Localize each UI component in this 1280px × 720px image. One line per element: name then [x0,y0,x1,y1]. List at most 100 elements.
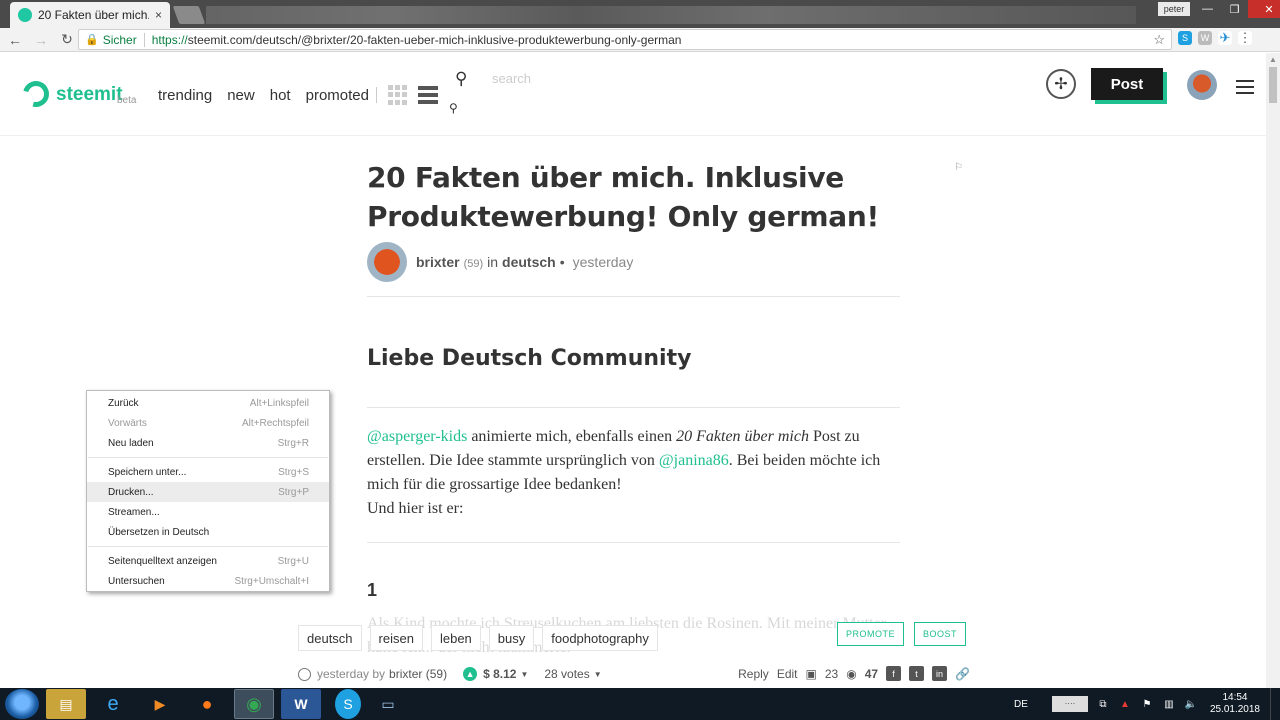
context-menu-inspect[interactable]: Untersuchen Strg+Umschalt+I [87,571,329,591]
nav-promoted[interactable]: promoted [306,87,369,104]
address-bar[interactable]: 🔒 Sicher https://steemit.com/deutsch/@br… [78,29,1172,50]
list-view-icon[interactable] [418,86,438,104]
system-tray: DE ···· ⧉ ▲ ⚑ ▥ 🔈 14:54 25.01.2018 [1014,688,1280,720]
nav-hot[interactable]: hot [270,87,291,104]
scroll-up-icon[interactable]: ▲ [1269,55,1277,64]
user-avatar[interactable] [1187,70,1217,100]
scroll-thumb[interactable] [1269,67,1277,103]
grid-view-icon[interactable] [388,85,408,105]
mention-link[interactable]: @janina86 [659,452,729,469]
post-button[interactable]: Post [1091,68,1163,100]
tag-item[interactable]: foodphotography [542,625,658,651]
wordpress-extension-icon[interactable]: W [1198,31,1212,45]
tag-item[interactable]: leben [430,625,481,651]
system-clock[interactable]: 14:54 25.01.2018 [1210,692,1260,716]
tab-close-icon[interactable]: × [155,8,162,22]
promote-button[interactable]: PROMOTE [837,622,905,646]
browser-tab-active[interactable]: 20 Fakten über mich. Inklusive × [10,2,170,28]
menu-dots-icon[interactable]: ⋮ [1238,30,1252,45]
post-footer: yesterday by brixter (59) ▲ $ 8.12 ▼ 28 … [298,663,970,685]
edit-link[interactable]: Edit [777,667,798,681]
votes-count[interactable]: 28 votes [544,667,589,681]
bookmark-star-icon[interactable]: ☆ [1153,32,1165,48]
context-menu-cast[interactable]: Streamen... [87,502,329,522]
chevron-down-icon[interactable]: ▼ [520,670,528,679]
wallet-wheel-icon[interactable]: ✢ [1046,69,1076,99]
tray-overflow[interactable]: ···· [1051,696,1088,712]
menu-shortcut: Alt+Rechtspfeil [242,417,309,429]
nav-new[interactable]: new [227,87,255,104]
reply-link[interactable]: Reply [738,667,769,681]
skype-icon[interactable]: S [335,689,361,719]
tray-app-icon[interactable]: ⧉ [1096,697,1110,711]
footer-author[interactable]: brixter (59) [389,667,447,681]
minimize-icon[interactable]: — [1194,0,1221,18]
logo-text[interactable]: steemit [56,84,123,106]
tag-item[interactable]: busy [488,625,535,651]
context-menu-save-as[interactable]: Speichern unter... Strg+S [87,462,329,482]
menu-label: Streamen... [108,506,160,518]
reload-icon[interactable]: ↻ [56,31,78,48]
network-icon[interactable]: ▥ [1162,697,1176,711]
page-scrollbar[interactable]: ▲ [1266,53,1280,688]
tag-item[interactable]: deutsch [298,625,362,651]
word-icon[interactable]: W [281,689,321,719]
language-indicator[interactable]: DE [1014,699,1028,710]
pin-extension-icon[interactable]: ✈ [1218,30,1232,45]
context-menu-back[interactable]: Zurück Alt+Linkspfeil [87,393,329,413]
action-center-flag-icon[interactable]: ⚑ [1140,697,1154,711]
search-icon[interactable]: ⚲ [455,69,467,89]
search-input[interactable]: search [492,71,531,86]
maximize-icon[interactable]: ❐ [1221,0,1248,18]
browser-tabstrip: 20 Fakten über mich. Inklusive × peter —… [0,0,1280,28]
flag-icon[interactable]: ⚐ [954,162,963,173]
browser-toolbar: ← → ↻ 🔒 Sicher https://steemit.com/deuts… [0,28,1280,52]
context-menu-forward[interactable]: Vorwärts Alt+Rechtspfeil [87,413,329,433]
author-avatar[interactable] [367,242,407,282]
context-menu-reload[interactable]: Neu laden Strg+R [87,433,329,453]
menu-shortcut: Strg+R [277,437,309,449]
category-link[interactable]: deutsch [502,254,556,270]
skype-extension-icon[interactable]: S [1178,31,1192,45]
explorer-icon[interactable]: ▤ [46,689,86,719]
url-text[interactable]: https://steemit.com/deutsch/@brixter/20-… [152,33,682,47]
tag-item[interactable]: reisen [369,625,423,651]
internet-explorer-icon[interactable]: e [93,689,133,719]
boost-button[interactable]: BOOST [914,622,967,646]
linkedin-icon[interactable]: in [932,666,948,681]
remote-desktop-icon[interactable]: ▭ [368,689,408,719]
close-window-icon[interactable]: ✕ [1248,0,1280,18]
forward-icon[interactable]: → [30,32,52,48]
extension-icons: S W ✈ ⋮ [1178,30,1252,45]
context-menu: Zurück Alt+Linkspfeil Vorwärts Alt+Rechtsp… [86,390,330,592]
media-player-icon[interactable]: ▶ [140,689,180,719]
nav-trending[interactable]: trending [158,87,212,104]
hamburger-menu-icon[interactable] [1236,80,1254,94]
context-menu-print[interactable]: Drucken... Strg+P [87,482,329,502]
chrome-icon[interactable]: ◉ [234,689,274,719]
chevron-down-icon[interactable]: ▼ [594,670,602,679]
context-menu-view-source[interactable]: Seitenquelltext anzeigen Strg+U [87,551,329,571]
other-tabs[interactable] [206,6,1136,24]
facebook-icon[interactable]: f [886,666,902,681]
firefox-icon[interactable]: ● [187,689,227,719]
show-desktop-button[interactable] [1270,688,1280,720]
context-menu-translate[interactable]: Übersetzen in Deutsch [87,522,329,542]
steemit-logo-icon[interactable] [18,76,54,112]
search-small-icon[interactable]: ⚲ [449,101,458,115]
volume-icon[interactable]: 🔈 [1184,697,1198,711]
menu-label: Neu laden [108,437,154,449]
comments-count[interactable]: 23 [825,667,838,681]
window-user-label[interactable]: peter [1158,2,1190,16]
author-name[interactable]: brixter [416,254,460,270]
upvote-icon[interactable]: ▲ [463,667,478,681]
back-icon[interactable]: ← [4,32,26,48]
link-icon[interactable]: 🔗 [955,667,970,681]
start-button-icon[interactable] [5,689,39,719]
mention-link[interactable]: @asperger-kids [367,428,467,445]
new-tab-button[interactable] [172,6,206,24]
url-scheme: https:// [151,32,188,47]
payout-value[interactable]: $ 8.12 [483,667,516,681]
antivirus-icon[interactable]: ▲ [1118,697,1132,711]
twitter-icon[interactable]: t [909,666,925,681]
